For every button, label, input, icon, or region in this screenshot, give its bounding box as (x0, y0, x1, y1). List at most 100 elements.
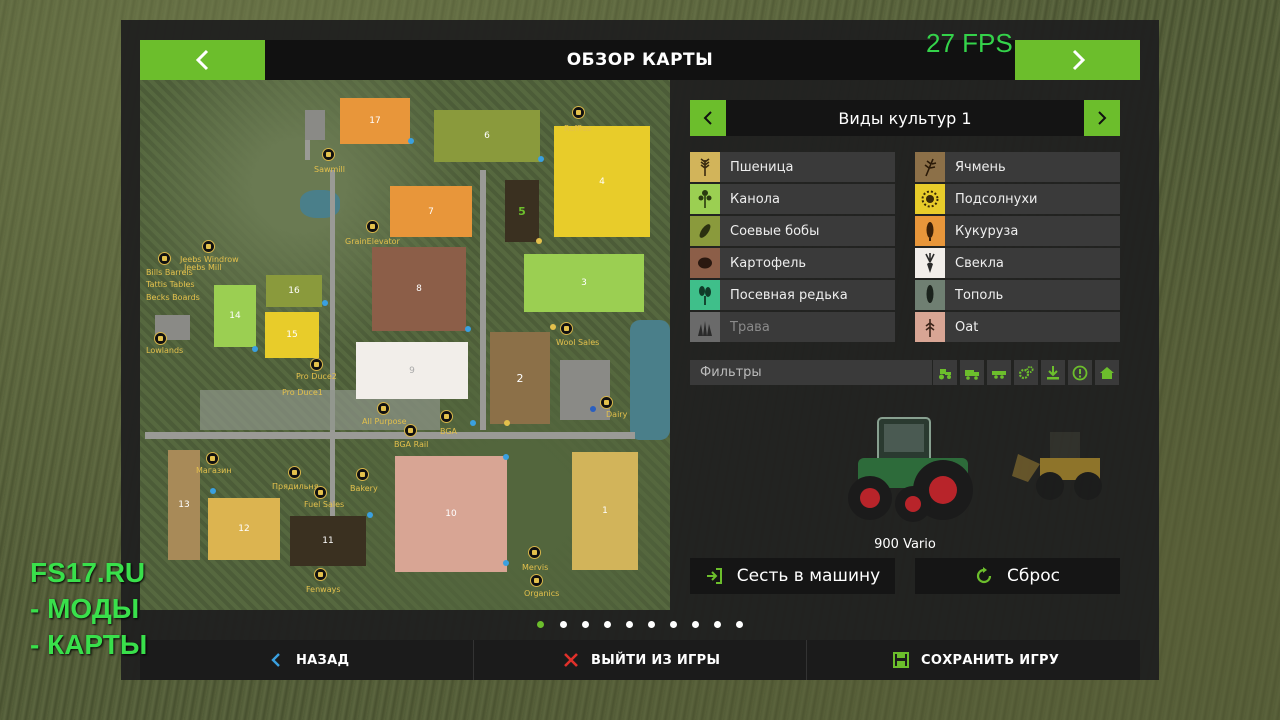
crop-item-sunflower[interactable]: Подсолнухи (915, 184, 1120, 214)
poi-marker-grainelevator[interactable] (366, 220, 379, 233)
poi-marker-lowlands[interactable] (154, 332, 167, 345)
field-6[interactable]: 6 (434, 110, 540, 162)
poi-marker-bakery[interactable] (356, 468, 369, 481)
field-17[interactable]: 17 (340, 98, 410, 144)
poi-marker-bga-rail[interactable] (404, 424, 417, 437)
poi-label-becks-boards: Becks Boards (146, 293, 200, 302)
crop-next-button[interactable] (1084, 100, 1120, 136)
filter-truck-button[interactable] (960, 360, 984, 385)
crop-item-sugarbeet[interactable]: Свекла (915, 248, 1120, 278)
hotspot-marker[interactable] (408, 138, 414, 144)
crop-item-wheat[interactable]: Пшеница (690, 152, 895, 182)
poi-marker-spinnery[interactable] (288, 466, 301, 479)
filter-production-button[interactable] (1014, 360, 1038, 385)
reset-button[interactable]: Сброс (915, 558, 1120, 594)
page-dot-3[interactable] (582, 621, 589, 628)
crop-prev-button[interactable] (690, 100, 726, 136)
wheel-loader-vehicle-image[interactable] (1010, 424, 1110, 504)
hotspot-marker[interactable] (322, 300, 328, 306)
page-dot-9[interactable] (714, 621, 721, 628)
poi-marker-fenways[interactable] (314, 568, 327, 581)
page-dot-8[interactable] (692, 621, 699, 628)
crop-item-oat[interactable]: Oat (915, 312, 1120, 342)
poi-marker-bga[interactable] (440, 410, 453, 423)
field-2[interactable]: 2 (490, 332, 550, 424)
poi-marker-fuel-sales[interactable] (314, 486, 327, 499)
hotspot-marker[interactable] (252, 346, 258, 352)
page-dot-2[interactable] (560, 621, 567, 628)
poi-marker-ruffles[interactable] (572, 106, 585, 119)
filter-trailer-button[interactable] (987, 360, 1011, 385)
page-dot-5[interactable] (626, 621, 633, 628)
poi-marker-sawmill[interactable] (322, 148, 335, 161)
hotspot-marker[interactable] (538, 156, 544, 162)
filter-sell-button[interactable] (1041, 360, 1065, 385)
hotspot-marker[interactable] (470, 420, 476, 426)
field-11[interactable]: 11 (290, 516, 366, 566)
building-sawmill (305, 110, 325, 140)
poi-marker-bills[interactable] (158, 252, 171, 265)
field-4[interactable]: 4 (554, 126, 650, 237)
poi-label-spinnery: Прядильня (272, 482, 319, 491)
poi-label-wool-sales: Wool Sales (556, 338, 600, 347)
quit-game-button[interactable]: ВЫЙТИ ИЗ ИГРЫ (563, 640, 720, 680)
field-14[interactable]: 14 (214, 285, 256, 347)
crop-item-poplar[interactable]: Тополь (915, 280, 1120, 310)
filter-tractor-button[interactable] (933, 360, 957, 385)
field-16[interactable]: 16 (266, 275, 322, 307)
field-5[interactable]: 5 (505, 180, 539, 242)
poi-marker-all-purpose[interactable] (377, 402, 390, 415)
hotspot-marker[interactable] (465, 326, 471, 332)
crop-item-barley[interactable]: Ячмень (915, 152, 1120, 182)
hotspot-marker[interactable] (503, 454, 509, 460)
crop-item-canola[interactable]: Канола (690, 184, 895, 214)
enter-vehicle-button[interactable]: Сесть в машину (690, 558, 895, 594)
oat-icon (915, 312, 945, 342)
poi-label-fuel-sales: Fuel Sales (304, 500, 345, 509)
hotspot-marker[interactable] (550, 324, 556, 330)
field-12[interactable]: 12 (208, 498, 280, 560)
field-8[interactable]: 8 (372, 247, 466, 331)
filter-alert-button[interactable] (1068, 360, 1092, 385)
field-1[interactable]: 1 (572, 452, 638, 570)
page-dot-6[interactable] (648, 621, 655, 628)
page-dot-4[interactable] (604, 621, 611, 628)
filter-home-button[interactable] (1095, 360, 1119, 385)
poi-marker-shop[interactable] (206, 452, 219, 465)
crop-item-soybean[interactable]: Соевые бобы (690, 216, 895, 246)
map-view[interactable]: 17 6 4 7 5 8 3 16 14 15 9 2 13 12 11 10 … (140, 80, 670, 610)
prev-page-button[interactable] (140, 40, 265, 80)
poi-marker-mervis[interactable] (528, 546, 541, 559)
field-10[interactable]: 10 (395, 456, 507, 572)
hotspot-marker[interactable] (210, 488, 216, 494)
poi-marker-dairy[interactable] (600, 396, 613, 409)
crop-item-radish[interactable]: Посевная редька (690, 280, 895, 310)
crop-item-maize[interactable]: Кукуруза (915, 216, 1120, 246)
page-dot-1[interactable] (537, 621, 544, 628)
poi-label-tattis-tables: Tattis Tables (146, 280, 195, 289)
poi-label-dairy: Dairy (606, 410, 628, 419)
crop-list-title: Виды культур 1 (838, 108, 972, 128)
field-15[interactable]: 15 (265, 312, 319, 358)
save-game-button[interactable]: СОХРАНИТЬ ИГРУ (893, 640, 1059, 680)
poi-marker-produce[interactable] (310, 358, 323, 371)
crop-item-potato[interactable]: Картофель (690, 248, 895, 278)
back-button[interactable]: НАЗАД (268, 640, 349, 680)
hotspot-marker[interactable] (536, 238, 542, 244)
crop-label: Картофель (730, 255, 807, 271)
field-7[interactable]: 7 (390, 186, 472, 237)
hotspot-marker[interactable] (503, 560, 509, 566)
field-9[interactable]: 9 (356, 342, 468, 399)
poi-marker-wool-sales[interactable] (560, 322, 573, 335)
poi-marker-organics[interactable] (530, 574, 543, 587)
hotspot-marker[interactable] (367, 512, 373, 518)
next-page-button[interactable] (1015, 40, 1140, 80)
hotspot-marker[interactable] (590, 406, 596, 412)
page-dot-10[interactable] (736, 621, 743, 628)
poi-marker-jeebs[interactable] (202, 240, 215, 253)
field-3[interactable]: 3 (524, 254, 644, 312)
page-dot-7[interactable] (670, 621, 677, 628)
hotspot-marker[interactable] (504, 420, 510, 426)
crop-item-grass[interactable]: Трава (690, 312, 895, 342)
tractor-vehicle-image[interactable] (838, 408, 978, 528)
